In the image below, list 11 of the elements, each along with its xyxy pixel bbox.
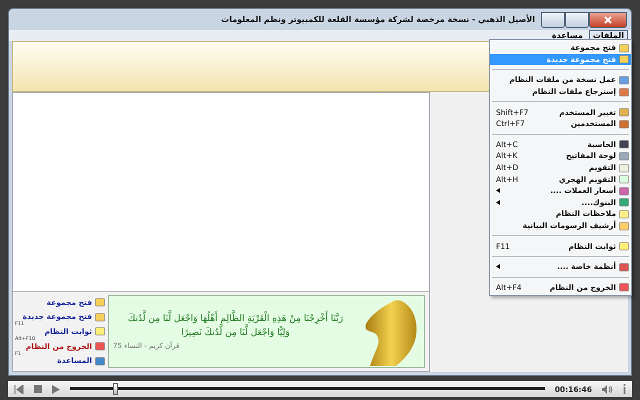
seek-thumb[interactable] xyxy=(113,383,118,395)
info-icon[interactable] xyxy=(623,384,626,394)
close-icon xyxy=(604,16,612,24)
maximize-button[interactable] xyxy=(565,12,589,28)
previous-icon[interactable] xyxy=(14,384,24,394)
volume-icon[interactable] xyxy=(602,384,613,394)
menu-bar-item[interactable]: مساعدة xyxy=(548,30,587,41)
minimize-button[interactable] xyxy=(541,12,565,28)
window-title: الأصيل الذهبي - نسخة مرخصة لشركة مؤسسة القلعة للكمبيوتر ونظم المعلومات xyxy=(221,15,535,24)
play-icon[interactable] xyxy=(52,384,60,394)
close-button[interactable] xyxy=(589,12,627,28)
